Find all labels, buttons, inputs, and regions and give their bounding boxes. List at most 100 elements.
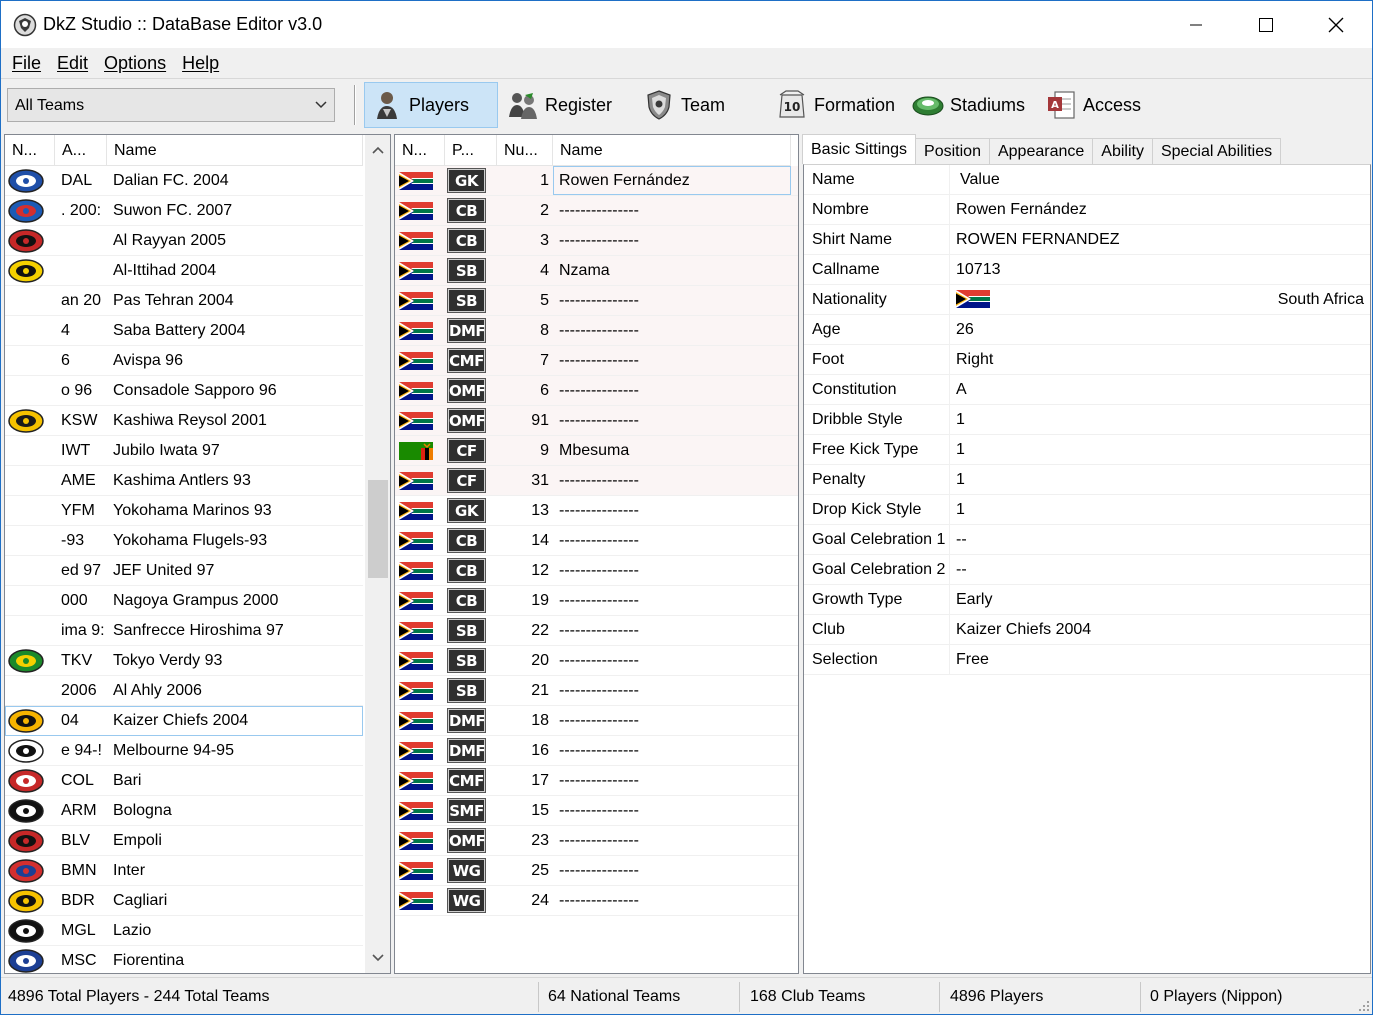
property-key-header[interactable]: Name bbox=[804, 165, 950, 194]
player-row[interactable]: OMF 91 --------------- bbox=[395, 406, 798, 436]
tab-special-abilities[interactable]: Special Abilities bbox=[1151, 138, 1282, 164]
player-row[interactable]: GK 1 Rowen Fernández bbox=[395, 166, 798, 196]
player-row[interactable]: CB 2 --------------- bbox=[395, 196, 798, 226]
team-row[interactable]: ed 97 JEF United 97 bbox=[5, 556, 363, 586]
player-row[interactable]: WG 24 --------------- bbox=[395, 886, 798, 916]
player-row[interactable]: CB 3 --------------- bbox=[395, 226, 798, 256]
access-button[interactable]: A Access bbox=[1039, 82, 1141, 128]
player-row[interactable]: CB 12 --------------- bbox=[395, 556, 798, 586]
team-row[interactable]: -93 Yokohama Flugels-93 bbox=[5, 526, 363, 556]
property-row[interactable]: Callname 10713 bbox=[804, 255, 1370, 285]
property-row[interactable]: Drop Kick Style 1 bbox=[804, 495, 1370, 525]
team-row[interactable]: YFM Yokohama Marinos 93 bbox=[5, 496, 363, 526]
property-row[interactable]: Foot Right bbox=[804, 345, 1370, 375]
teams-list[interactable]: N... A... Name DAL Dalian FC. 2004 . 200: S… bbox=[4, 134, 391, 974]
players-col-position[interactable]: P... bbox=[445, 135, 497, 166]
team-row[interactable]: TKV Tokyo Verdy 93 bbox=[5, 646, 363, 676]
player-row[interactable]: DMF 18 --------------- bbox=[395, 706, 798, 736]
menu-file[interactable]: File bbox=[4, 49, 49, 77]
property-row[interactable]: Dribble Style 1 bbox=[804, 405, 1370, 435]
property-value[interactable]: ROWEN FERNANDEZ bbox=[950, 225, 1370, 254]
team-row[interactable]: ima 9: Sanfrecce Hiroshima 97 bbox=[5, 616, 363, 646]
player-row[interactable]: SB 22 --------------- bbox=[395, 616, 798, 646]
team-row[interactable]: BLV Empoli bbox=[5, 826, 363, 856]
team-row[interactable]: an 20 Pas Tehran 2004 bbox=[5, 286, 363, 316]
scroll-down-button[interactable] bbox=[365, 943, 390, 973]
team-button[interactable]: Team bbox=[637, 82, 725, 128]
tab-position[interactable]: Position bbox=[915, 138, 990, 164]
property-value[interactable]: 1 bbox=[950, 435, 1370, 464]
property-value[interactable]: 10713 bbox=[950, 255, 1370, 284]
tab-appearance[interactable]: Appearance bbox=[988, 138, 1094, 164]
teams-col-n[interactable]: N... bbox=[5, 135, 55, 166]
nationality-value[interactable]: South Africa bbox=[950, 285, 1370, 314]
property-row[interactable]: Free Kick Type 1 bbox=[804, 435, 1370, 465]
property-row[interactable]: Constitution A bbox=[804, 375, 1370, 405]
property-row[interactable]: Shirt Name ROWEN FERNANDEZ bbox=[804, 225, 1370, 255]
property-row[interactable]: Age 26 bbox=[804, 315, 1370, 345]
player-row[interactable]: WG 25 --------------- bbox=[395, 856, 798, 886]
property-value[interactable]: 1 bbox=[950, 465, 1370, 494]
property-row[interactable]: Club Kaizer Chiefs 2004 bbox=[804, 615, 1370, 645]
team-row[interactable]: o 96 Consadole Sapporo 96 bbox=[5, 376, 363, 406]
menu-help[interactable]: Help bbox=[174, 49, 227, 77]
scroll-thumb[interactable] bbox=[368, 480, 388, 578]
property-row[interactable]: Nombre Rowen Fernández bbox=[804, 195, 1370, 225]
menu-edit[interactable]: Edit bbox=[49, 49, 96, 77]
player-row[interactable]: CMF 17 --------------- bbox=[395, 766, 798, 796]
close-button[interactable] bbox=[1301, 1, 1371, 48]
teams-col-abbr[interactable]: A... bbox=[55, 135, 107, 166]
teams-scrollbar[interactable] bbox=[365, 135, 390, 973]
player-row[interactable]: SB 21 --------------- bbox=[395, 676, 798, 706]
team-row[interactable]: BDR Cagliari bbox=[5, 886, 363, 916]
player-row[interactable]: CF 31 --------------- bbox=[395, 466, 798, 496]
team-row[interactable]: AME Kashima Antlers 93 bbox=[5, 466, 363, 496]
property-row[interactable]: Penalty 1 bbox=[804, 465, 1370, 495]
team-row[interactable]: COL Bari bbox=[5, 766, 363, 796]
player-row[interactable]: OMF 23 --------------- bbox=[395, 826, 798, 856]
players-col-nation[interactable]: N... bbox=[395, 135, 445, 166]
menu-options[interactable]: Options bbox=[96, 49, 174, 77]
team-row[interactable]: 000 Nagoya Grampus 2000 bbox=[5, 586, 363, 616]
player-row[interactable]: DMF 8 --------------- bbox=[395, 316, 798, 346]
player-row[interactable]: CF 9 Mbesuma bbox=[395, 436, 798, 466]
property-value-header[interactable]: Value bbox=[950, 165, 1370, 194]
stadiums-button[interactable]: Stadiums bbox=[906, 82, 1025, 128]
property-value[interactable]: -- bbox=[950, 525, 1370, 554]
player-row[interactable]: CB 14 --------------- bbox=[395, 526, 798, 556]
team-row[interactable]: MGL Lazio bbox=[5, 916, 363, 946]
players-col-name[interactable]: Name bbox=[553, 135, 791, 166]
resize-grip-icon[interactable] bbox=[1358, 1000, 1370, 1012]
property-value[interactable]: A bbox=[950, 375, 1370, 404]
player-row[interactable]: SB 4 Nzama bbox=[395, 256, 798, 286]
player-row[interactable]: DMF 16 --------------- bbox=[395, 736, 798, 766]
property-row[interactable]: Goal Celebration 1 -- bbox=[804, 525, 1370, 555]
player-row[interactable]: CB 19 --------------- bbox=[395, 586, 798, 616]
team-row[interactable]: DAL Dalian FC. 2004 bbox=[5, 166, 363, 196]
player-row[interactable]: SB 20 --------------- bbox=[395, 646, 798, 676]
team-row[interactable]: . 200: Suwon FC. 2007 bbox=[5, 196, 363, 226]
team-filter-select[interactable]: All Teams bbox=[7, 88, 335, 122]
players-col-number[interactable]: Nu... bbox=[497, 135, 553, 166]
property-value[interactable]: Free bbox=[950, 645, 1370, 674]
property-value[interactable]: Early bbox=[950, 585, 1370, 614]
player-row[interactable]: CMF 7 --------------- bbox=[395, 346, 798, 376]
property-row[interactable]: Selection Free bbox=[804, 645, 1370, 675]
tab-ability[interactable]: Ability bbox=[1092, 138, 1153, 164]
team-row[interactable]: 2006 Al Ahly 2006 bbox=[5, 676, 363, 706]
player-row[interactable]: SB 5 --------------- bbox=[395, 286, 798, 316]
scroll-up-button[interactable] bbox=[365, 135, 390, 165]
team-row[interactable]: Al Rayyan 2005 bbox=[5, 226, 363, 256]
team-row[interactable]: KSW Kashiwa Reysol 2001 bbox=[5, 406, 363, 436]
player-row[interactable]: SMF 15 --------------- bbox=[395, 796, 798, 826]
maximize-button[interactable] bbox=[1231, 1, 1301, 48]
formation-button[interactable]: 10 Formation bbox=[770, 82, 895, 128]
team-row[interactable]: MSC Fiorentina bbox=[5, 946, 363, 973]
team-row[interactable]: 04 Kaizer Chiefs 2004 bbox=[5, 706, 363, 736]
team-row[interactable]: IWT Jubilo Iwata 97 bbox=[5, 436, 363, 466]
team-row[interactable]: ARM Bologna bbox=[5, 796, 363, 826]
team-row[interactable]: e 94-! Melbourne 94-95 bbox=[5, 736, 363, 766]
property-value[interactable]: 1 bbox=[950, 405, 1370, 434]
property-value[interactable]: 1 bbox=[950, 495, 1370, 524]
property-value[interactable]: Kaizer Chiefs 2004 bbox=[950, 615, 1370, 644]
